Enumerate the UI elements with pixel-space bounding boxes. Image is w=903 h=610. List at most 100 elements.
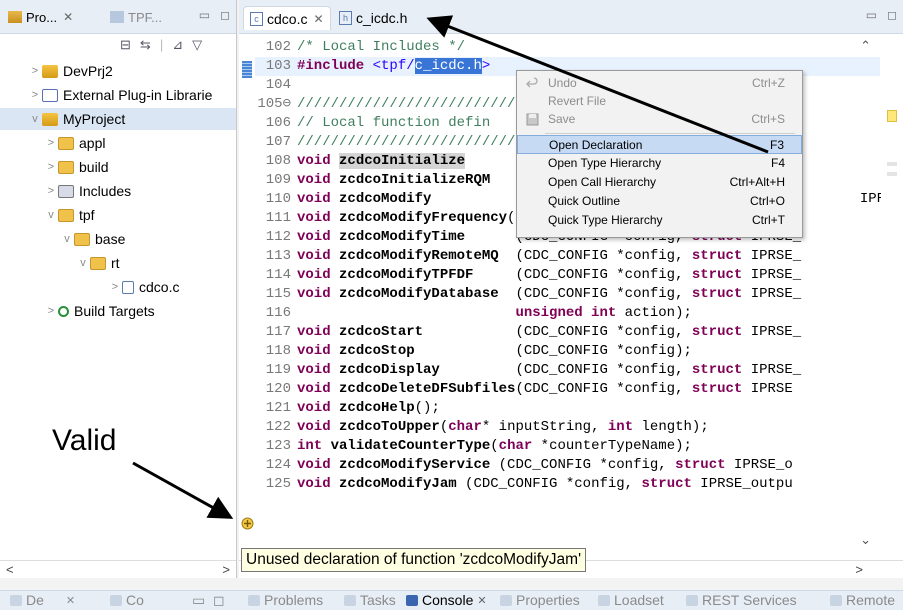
tree-item-external-plugin-libraries[interactable]: > External Plug-in Librarie — [28, 85, 213, 105]
unused-warning-icon[interactable] — [241, 517, 254, 530]
expand-arrow-icon[interactable]: > — [44, 161, 58, 173]
scroll-down-icon[interactable]: ⌄ — [860, 532, 871, 548]
code-text[interactable]: /* Local Includes */ — [297, 39, 465, 55]
menu-item-open-declaration[interactable]: Open Declaration F3 — [517, 135, 802, 154]
tree-item-base[interactable]: v base — [60, 229, 125, 249]
tab-remote[interactable]: Remote — [830, 592, 895, 608]
code-line[interactable]: 124 void zcdcoModifyService (CDC_CONFIG *… — [255, 456, 793, 475]
code-text[interactable]: void zcdcoHelp(); — [297, 400, 440, 416]
menu-item-open-type-hierarchy[interactable]: Open Type Hierarchy F4 — [517, 154, 802, 173]
minimize-icon[interactable]: ▭ — [866, 8, 877, 22]
code-line[interactable]: 118 void zcdcoStop (CDC_CONFIG *config); — [255, 342, 692, 361]
expand-arrow-icon[interactable]: > — [44, 185, 58, 197]
code-line[interactable]: 109 void zcdcoInitializeRQM — [255, 171, 490, 190]
code-line[interactable]: 104 — [255, 76, 297, 95]
tree-item-appl[interactable]: > appl — [44, 133, 106, 153]
menu-item-undo[interactable]: Undo Ctrl+Z — [517, 74, 802, 93]
menu-item-open-call-hierarchy[interactable]: Open Call Hierarchy Ctrl+Alt+H — [517, 173, 802, 192]
code-text[interactable]: void zcdcoModifyRemoteMQ (CDC_CONFIG *co… — [297, 248, 801, 264]
expand-arrow-icon[interactable]: > — [108, 281, 122, 293]
tab-problems[interactable]: Problems — [248, 592, 323, 608]
menu-item-save[interactable]: Save Ctrl+S — [517, 110, 802, 129]
code-line[interactable]: 115 void zcdcoModifyDatabase (CDC_CONFIG … — [255, 285, 801, 304]
code-line[interactable]: 102 /* Local Includes */ — [255, 38, 465, 57]
menu-item-quick-outline[interactable]: Quick Outline Ctrl+O — [517, 192, 802, 211]
scroll-right-icon[interactable]: > — [222, 562, 230, 577]
tab-loadset[interactable]: Loadset — [598, 592, 664, 608]
collapse-arrow-icon[interactable]: v — [60, 233, 74, 245]
tree-item-myproject[interactable]: v MyProject — [28, 109, 125, 129]
tree-item-cdco-c[interactable]: > cdco.c — [108, 277, 180, 297]
link-editor-icon[interactable]: ⇆ — [140, 37, 151, 53]
code-line[interactable]: 125 void zcdcoModifyJam (CDC_CONFIG *conf… — [255, 475, 793, 494]
code-line[interactable]: 122 void zcdcoToUpper(char* inputString, … — [255, 418, 709, 437]
code-line[interactable]: 103 #include <tpf/c_icdc.h> — [255, 57, 490, 76]
collapse-all-icon[interactable]: ⊟ — [120, 37, 131, 53]
tree-item-tpf[interactable]: v tpf — [44, 205, 94, 225]
expand-arrow-icon[interactable]: > — [44, 137, 58, 149]
tab-properties[interactable]: Properties — [500, 592, 580, 608]
code-text[interactable]: // Local function defin — [297, 115, 490, 131]
code-line[interactable]: 123 int validateCounterType(char *counter… — [255, 437, 692, 456]
tab-debug[interactable]: De ✕ — [10, 592, 75, 608]
code-line[interactable]: 121 void zcdcoHelp(); — [255, 399, 440, 418]
menu-item-revert-file[interactable]: Revert File — [517, 92, 802, 111]
code-line[interactable]: 113 void zcdcoModifyRemoteMQ (CDC_CONFIG … — [255, 247, 801, 266]
maximize-icon[interactable]: ◻ — [887, 8, 897, 22]
close-icon[interactable]: ✕ — [313, 12, 323, 26]
code-text[interactable]: void zcdcoInitialize — [297, 153, 482, 169]
collapse-arrow-icon[interactable]: v — [44, 209, 58, 221]
code-line[interactable]: 119 void zcdcoDisplay (CDC_CONFIG *config… — [255, 361, 801, 380]
minimize-icon[interactable]: ▭ — [199, 8, 210, 22]
overview-marker[interactable] — [887, 172, 897, 176]
close-icon[interactable]: ✕ — [66, 594, 75, 607]
code-text[interactable]: void zcdcoStart (CDC_CONFIG *config, str… — [297, 324, 801, 340]
tree-item-rt[interactable]: v rt — [76, 253, 119, 273]
scroll-up-icon[interactable]: ⌃ — [860, 38, 871, 54]
tab-console[interactable]: Console ✕ — [406, 592, 487, 608]
expand-arrow-icon[interactable]: > — [28, 89, 42, 101]
tab-tpf-explorer[interactable]: TPF... — [110, 7, 162, 27]
explorer-horizontal-scrollbar[interactable]: < > — [0, 560, 236, 578]
minimize-icon[interactable]: ▭ — [192, 592, 205, 609]
code-text[interactable]: void zcdcoToUpper(char* inputString, int… — [297, 419, 709, 435]
code-text[interactable]: void zcdcoInitializeRQM — [297, 172, 490, 188]
tree-item-build[interactable]: > build — [44, 157, 109, 177]
code-line[interactable]: 106 // Local function defin — [255, 114, 490, 133]
code-text[interactable]: void zcdcoModifyJam (CDC_CONFIG *config,… — [297, 476, 793, 492]
code-text[interactable]: void zcdcoModifyDatabase (CDC_CONFIG *co… — [297, 286, 801, 302]
maximize-icon[interactable]: ◻ — [220, 8, 230, 22]
expand-arrow-icon[interactable]: > — [44, 305, 58, 317]
tab-rest-services[interactable]: REST Services — [686, 592, 797, 608]
code-text[interactable]: void zcdcoModifyTPFDF (CDC_CONFIG *confi… — [297, 267, 801, 283]
code-line[interactable]: 114 void zcdcoModifyTPFDF (CDC_CONFIG *co… — [255, 266, 801, 285]
code-text[interactable]: void zcdcoDeleteDFSubfiles(CDC_CONFIG *c… — [297, 381, 793, 397]
tab-package-explorer[interactable]: Pro... ✕ — [8, 7, 73, 27]
tab-cdco-c[interactable]: c cdco.c ✕ — [243, 6, 331, 30]
code-line[interactable]: 108 void zcdcoInitialize — [255, 152, 482, 171]
tree-item-devprj2[interactable]: > DevPrj2 — [28, 61, 113, 81]
menu-item-quick-type-hierarchy[interactable]: Quick Type Hierarchy Ctrl+T — [517, 211, 802, 230]
overview-marker[interactable] — [887, 162, 897, 166]
code-line[interactable]: 117 void zcdcoStart (CDC_CONFIG *config, … — [255, 323, 801, 342]
tab-co[interactable]: Co — [110, 592, 144, 608]
code-text[interactable]: void zcdcoStop (CDC_CONFIG *config); — [297, 343, 692, 359]
code-text[interactable]: void zcdcoModifyService (CDC_CONFIG *con… — [297, 457, 793, 473]
tree-item-build-targets[interactable]: > Build Targets — [44, 301, 155, 321]
scroll-left-icon[interactable]: < — [6, 562, 14, 577]
bookmark-marker-icon[interactable] — [242, 61, 252, 78]
tab-c-icdc-h[interactable]: h c_icdc.h — [333, 6, 413, 30]
close-icon[interactable]: ✕ — [63, 10, 73, 24]
maximize-icon[interactable]: ◻ — [213, 592, 225, 609]
code-text[interactable]: unsigned int action); — [297, 305, 691, 321]
code-line[interactable]: 120 void zcdcoDeleteDFSubfiles(CDC_CONFIG… — [255, 380, 793, 399]
collapse-arrow-icon[interactable]: v — [76, 257, 90, 269]
tree-item-includes[interactable]: > Includes — [44, 181, 131, 201]
filter-icon[interactable]: ⊿ — [172, 37, 183, 53]
code-text[interactable]: int validateCounterType(char *counterTyp… — [297, 438, 692, 454]
close-icon[interactable]: ✕ — [477, 594, 486, 607]
expand-arrow-icon[interactable]: > — [28, 65, 42, 77]
tab-tasks[interactable]: Tasks — [344, 592, 396, 608]
view-menu-icon[interactable]: ▽ — [192, 37, 202, 53]
code-text[interactable]: #include <tpf/c_icdc.h> — [297, 58, 490, 74]
